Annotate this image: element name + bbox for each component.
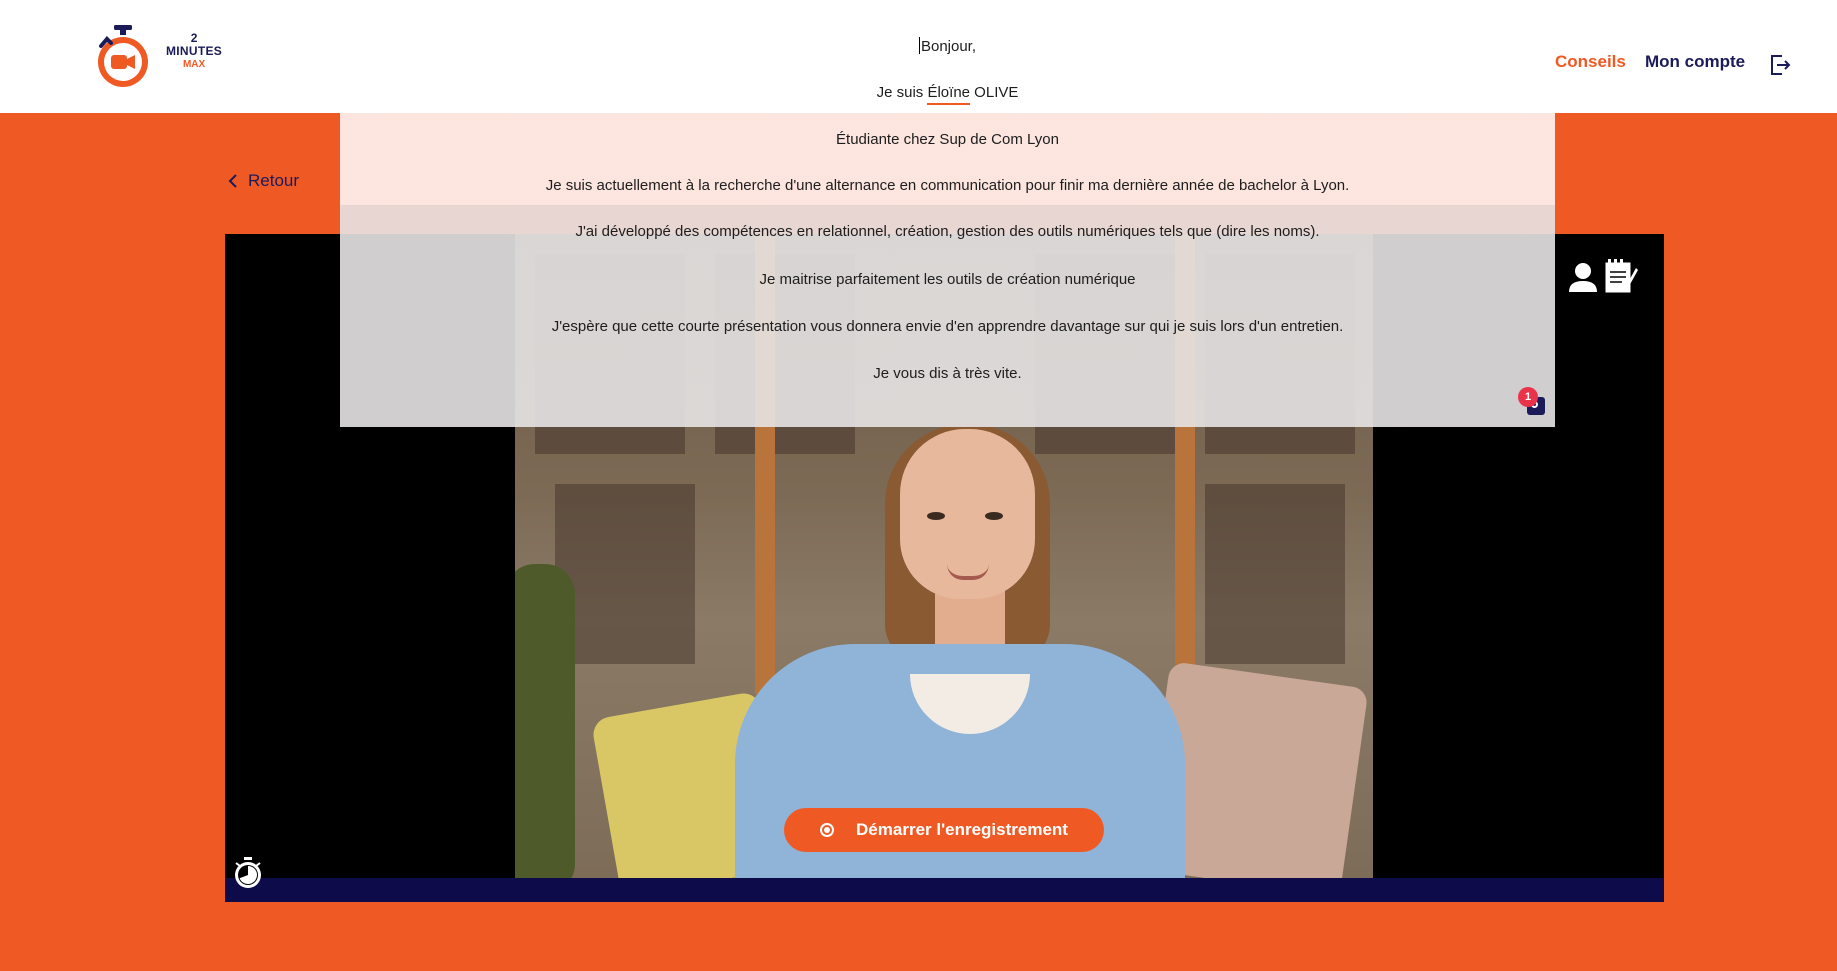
script-line: J'espère que cette courte présentation v… (551, 318, 1344, 335)
script-line: Étudiante chez Sup de Com Lyon (836, 131, 1059, 148)
nav-account-link[interactable]: Mon compte (1645, 52, 1745, 72)
user-icon[interactable] (1568, 262, 1598, 294)
chevron-left-icon (228, 174, 237, 188)
logo-timer-camera-icon (98, 25, 148, 87)
nav-conseils-link[interactable]: Conseils (1555, 52, 1626, 72)
logo-minutes: MINUTES (166, 44, 223, 58)
profile-tools (1568, 258, 1640, 298)
script-line: Je maitrise parfaitement les outils de c… (759, 271, 1136, 288)
script-name-line: Je suis Éloïne OLIVE (340, 84, 1555, 105)
start-recording-button[interactable]: Démarrer l'enregistrement (784, 808, 1104, 852)
progress-bar (225, 878, 1664, 902)
name-highlight: Éloïne (927, 84, 971, 105)
record-icon (820, 823, 835, 837)
stopwatch-icon[interactable] (232, 856, 264, 890)
back-label: Retour (248, 171, 300, 190)
script-line: Je suis actuellement à la recherche d'un… (545, 177, 1350, 194)
logo[interactable]: 2 MINUTES MAX (93, 22, 243, 92)
logout-icon[interactable] (1768, 53, 1792, 77)
script-line: J'ai développé des compétences en relati… (575, 223, 1320, 240)
text-caret (918, 37, 920, 54)
logo-max: MAX (182, 59, 206, 70)
mirror-toggle[interactable]: 1 (1518, 387, 1548, 419)
notification-badge: 1 (1518, 387, 1538, 407)
back-button[interactable]: Retour (228, 171, 299, 191)
start-recording-label: Démarrer l'enregistrement (856, 820, 1068, 839)
teleprompter-script: Bonjour, Je suis Éloïne OLIVE Étudiante … (340, 15, 1555, 427)
script-greeting: Bonjour, (918, 37, 977, 55)
notepad-icon[interactable] (1604, 258, 1638, 294)
script-line: Je vous dis à très vite. (873, 365, 1022, 382)
logo-text: 2 MINUTES MAX (166, 32, 222, 71)
